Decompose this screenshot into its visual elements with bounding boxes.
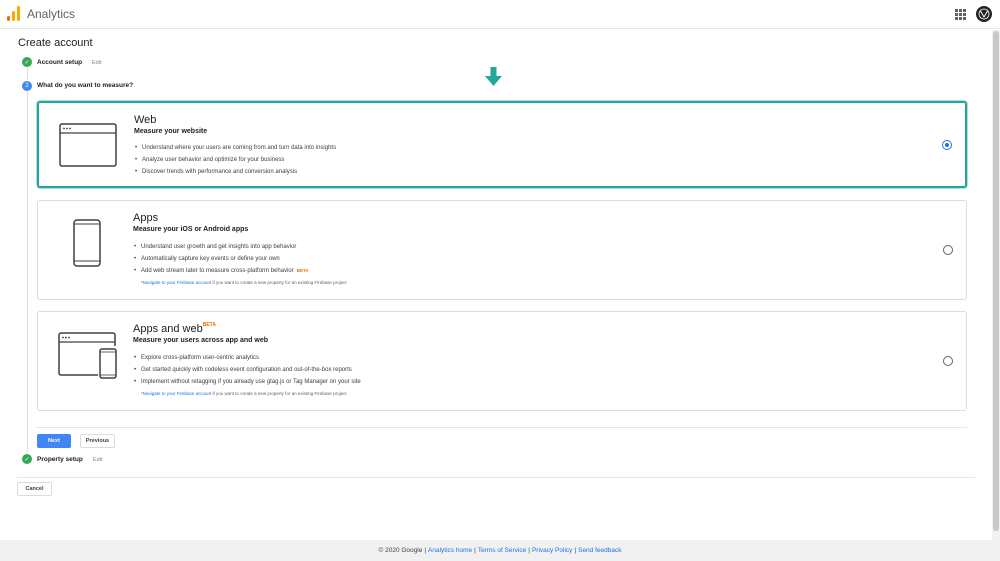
- footer-separator: |: [574, 547, 577, 554]
- firebase-note-text: if you want to create a new property for…: [211, 280, 347, 285]
- firebase-note-text: if you want to create a new property for…: [211, 391, 347, 396]
- cancel-button[interactable]: Cancel: [17, 482, 52, 496]
- browser-and-phone-icon: [58, 332, 117, 379]
- apps-and-web-card-title: Apps and webBETA: [133, 322, 216, 335]
- apps-and-web-card-subtitle: Measure your users across app and web: [133, 337, 268, 344]
- step-number-badge: 2: [22, 81, 32, 91]
- mobile-phone-icon: [73, 219, 101, 267]
- avatar[interactable]: [976, 6, 992, 22]
- apps-card-subtitle: Measure your iOS or Android apps: [133, 226, 249, 233]
- list-item-text: Add web stream later to measure cross-pl…: [141, 268, 294, 274]
- web-radio-button[interactable]: [942, 140, 952, 150]
- property-setup-edit-link[interactable]: Edit: [93, 457, 102, 463]
- account-logo-icon: [978, 8, 990, 20]
- footer-separator: |: [474, 547, 476, 554]
- check-icon: ✓: [22, 57, 32, 67]
- analytics-logo-icon: [7, 6, 20, 21]
- list-item: Get started quickly with codeless event …: [133, 364, 361, 376]
- step-account-setup-label: Account setup: [37, 59, 83, 66]
- app-title: Analytics: [27, 7, 76, 21]
- send-feedback-link[interactable]: Send feedback: [578, 547, 621, 554]
- list-item: Automatically capture key events or defi…: [133, 253, 309, 265]
- apps-and-web-radio-button[interactable]: [943, 356, 953, 366]
- step-connector: [27, 68, 28, 80]
- apps-and-web-title-text: Apps and web: [133, 323, 203, 335]
- footer-separator: |: [528, 547, 530, 554]
- firebase-account-link[interactable]: *Navigate to your Firebase account: [141, 280, 211, 285]
- list-item: Explore cross-platform user-centric anal…: [133, 352, 361, 364]
- beta-badge: BETA: [296, 268, 309, 273]
- apps-card-bullets: Understand user growth and get insights …: [133, 241, 309, 277]
- next-button[interactable]: Next: [37, 434, 71, 448]
- check-icon: ✓: [22, 454, 32, 464]
- list-item: Implement without retagging if you alrea…: [133, 376, 361, 388]
- page-title: Create account: [18, 37, 93, 49]
- firebase-note: *Navigate to your Firebase account if yo…: [141, 280, 347, 285]
- beta-badge: BETA: [202, 322, 216, 328]
- divider: [17, 477, 975, 478]
- footer: © 2020 Google | Analytics home | Terms o…: [0, 540, 1000, 561]
- footer-separator: |: [424, 547, 427, 554]
- apps-and-web-card-bullets: Explore cross-platform user-centric anal…: [133, 352, 361, 388]
- top-bar: Analytics: [0, 0, 1000, 29]
- web-card-title: Web: [134, 114, 157, 126]
- copyright-text: © 2020 Google: [378, 547, 423, 554]
- list-item: Add web stream later to measure cross-pl…: [133, 265, 309, 277]
- web-option-card[interactable]: Web Measure your website Understand wher…: [37, 101, 967, 188]
- step-property-setup-label: Property setup: [37, 456, 83, 463]
- web-card-subtitle: Measure your website: [134, 128, 208, 135]
- step-connector: [27, 92, 28, 452]
- privacy-policy-link[interactable]: Privacy Policy: [532, 547, 572, 554]
- firebase-account-link[interactable]: *Navigate to your Firebase account: [141, 391, 211, 396]
- divider: [37, 427, 967, 428]
- web-card-bullets: Understand where your users are coming f…: [134, 142, 336, 178]
- apps-and-web-option-card[interactable]: Apps and webBETA Measure your users acro…: [37, 311, 967, 411]
- list-item: Understand where your users are coming f…: [134, 142, 336, 154]
- apps-option-card[interactable]: Apps Measure your iOS or Android apps Un…: [37, 200, 967, 300]
- arrow-down-icon: [485, 67, 502, 86]
- scrollbar[interactable]: [992, 30, 1000, 540]
- firebase-note: *Navigate to your Firebase account if yo…: [141, 391, 347, 396]
- scrollbar-thumb[interactable]: [993, 31, 999, 531]
- list-item: Analyze user behavior and optimize for y…: [134, 154, 336, 166]
- analytics-home-link[interactable]: Analytics home: [428, 547, 472, 554]
- apps-grid-icon[interactable]: [955, 9, 966, 20]
- account-setup-edit-link[interactable]: Edit: [92, 60, 101, 66]
- previous-button[interactable]: Previous: [80, 434, 115, 448]
- list-item: Understand user growth and get insights …: [133, 241, 309, 253]
- browser-window-icon: [59, 123, 117, 167]
- terms-of-service-link[interactable]: Terms of Service: [478, 547, 526, 554]
- apps-radio-button[interactable]: [943, 245, 953, 255]
- list-item: Discover trends with performance and con…: [134, 166, 336, 178]
- step-measure-label: What do you want to measure?: [37, 82, 134, 89]
- apps-card-title: Apps: [133, 212, 159, 224]
